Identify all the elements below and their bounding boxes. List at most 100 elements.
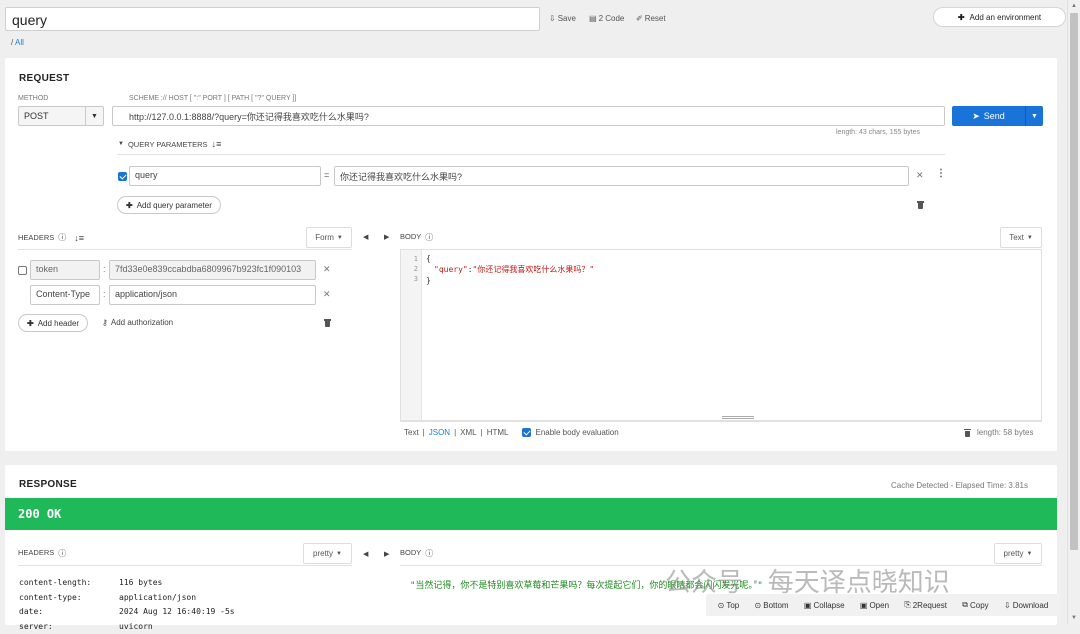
line-number: 3 bbox=[414, 274, 418, 284]
save-button[interactable]: ⇩Save bbox=[549, 14, 576, 23]
query-param-key-input[interactable]: query bbox=[129, 166, 321, 186]
caret-down-icon: ▼ bbox=[336, 551, 342, 557]
download-icon: ⇩ bbox=[1004, 601, 1011, 610]
response-body-header: BODY ⓘ bbox=[400, 548, 433, 559]
plus-icon: ✚ bbox=[27, 319, 34, 328]
header-key: server: bbox=[19, 620, 119, 634]
trash-icon[interactable] bbox=[964, 429, 971, 437]
bottom-label: Bottom bbox=[763, 601, 788, 610]
more-options-icon[interactable]: ⋮ bbox=[936, 168, 946, 179]
collapse-button[interactable]: ▣Collapse bbox=[804, 601, 845, 610]
header-value-input[interactable]: 7fd33e0e839ccabdba6809967b923fc1f090103 bbox=[109, 260, 316, 280]
enable-eval-checkbox[interactable] bbox=[522, 428, 531, 437]
header-key: date: bbox=[19, 605, 119, 620]
response-body-pretty-select[interactable]: pretty▼ bbox=[994, 543, 1042, 564]
reset-label: Reset bbox=[645, 14, 666, 23]
header-value-input[interactable]: application/json bbox=[109, 285, 316, 305]
header-key-input[interactable]: Content-Type bbox=[30, 285, 100, 305]
response-headers-header: HEADERS ⓘ bbox=[18, 548, 66, 559]
response-headers-pretty-select[interactable]: pretty▼ bbox=[303, 543, 352, 564]
plus-icon: ✚ bbox=[126, 201, 133, 210]
breadcrumb-all-link[interactable]: All bbox=[15, 38, 24, 47]
url-input[interactable]: http://127.0.0.1:8888/?query=你还记得我喜欢吃什么水… bbox=[112, 106, 945, 126]
open-label: Open bbox=[869, 601, 889, 610]
send-options-caret-icon[interactable]: ▼ bbox=[1026, 106, 1043, 126]
body-type-select[interactable]: Text▼ bbox=[1000, 227, 1042, 248]
body-label: BODY bbox=[400, 232, 421, 243]
query-parameters-toggle[interactable]: ▼ QUERY PARAMETERS ↓≡ bbox=[118, 139, 221, 149]
caret-down-icon: ▼ bbox=[337, 235, 343, 241]
response-header-row: server:uvicorn bbox=[19, 620, 235, 634]
copy-button[interactable]: ⧉Copy bbox=[962, 600, 988, 610]
bottom-button[interactable]: ⊙Bottom bbox=[755, 601, 789, 610]
status-bar: 200 OK bbox=[5, 498, 1057, 530]
scrollbar-thumb[interactable] bbox=[1070, 13, 1078, 550]
json-key: "query" bbox=[434, 265, 468, 274]
help-icon[interactable]: ⓘ bbox=[58, 548, 66, 559]
separator: | bbox=[454, 428, 456, 437]
code-line: } bbox=[426, 275, 594, 286]
help-icon[interactable]: ⓘ bbox=[425, 232, 433, 243]
request-button[interactable]: ⎘2Request bbox=[904, 600, 947, 610]
resize-handle[interactable] bbox=[722, 416, 754, 419]
add-environment-button[interactable]: ✚ Add an environment bbox=[933, 7, 1066, 27]
add-header-button[interactable]: ✚ Add header bbox=[18, 314, 88, 332]
separator: | bbox=[423, 428, 425, 437]
url-label: SCHEME :// HOST [ ":" PORT ] [ PATH [ "?… bbox=[129, 95, 296, 102]
headers-form-select[interactable]: Form▼ bbox=[306, 227, 352, 248]
header-row-checkbox[interactable] bbox=[18, 266, 27, 275]
header-key-input[interactable]: token bbox=[30, 260, 100, 280]
format-json-tab[interactable]: JSON bbox=[429, 428, 450, 437]
code-line: { bbox=[426, 253, 594, 264]
download-button[interactable]: ⇩Download bbox=[1004, 601, 1048, 610]
scroll-up-icon[interactable]: ▲ bbox=[1068, 0, 1080, 12]
delete-all-params-icon[interactable] bbox=[917, 201, 924, 211]
collapse-left-icon[interactable]: ◀ bbox=[363, 233, 368, 241]
eraser-icon: ✐ bbox=[636, 14, 643, 23]
remove-header-icon[interactable]: ✕ bbox=[323, 289, 331, 300]
divider bbox=[400, 421, 1042, 422]
sort-icon[interactable]: ↓≡ bbox=[74, 233, 84, 243]
download-label: Download bbox=[1013, 601, 1049, 610]
expand-right-icon[interactable]: ▶ bbox=[384, 550, 389, 558]
line-number: 1 bbox=[414, 254, 418, 264]
cache-info: Cache Detected - Elapsed Time: 3.81s bbox=[891, 481, 1028, 490]
top-button[interactable]: ⊙Top bbox=[718, 601, 740, 610]
expand-right-icon[interactable]: ▶ bbox=[384, 233, 389, 241]
caret-down-icon: ▼ bbox=[86, 107, 103, 125]
collapse-left-icon[interactable]: ◀ bbox=[363, 550, 368, 558]
scrollbar[interactable]: ▲ ▼ bbox=[1067, 0, 1080, 624]
format-html-tab[interactable]: HTML bbox=[487, 428, 509, 437]
pretty-label: pretty bbox=[1004, 549, 1024, 558]
remove-query-param-icon[interactable]: ✕ bbox=[916, 170, 924, 181]
open-button[interactable]: ▣Open bbox=[860, 601, 889, 610]
sort-icon[interactable]: ↓≡ bbox=[212, 139, 222, 149]
method-select[interactable]: POST ▼ bbox=[18, 106, 104, 126]
add-authorization-label: Add authorization bbox=[111, 318, 173, 327]
method-label: METHOD bbox=[18, 95, 48, 102]
format-xml-tab[interactable]: XML bbox=[460, 428, 476, 437]
body-editor[interactable]: 1 2 3 { "query":"你还记得我喜欢吃什么水果吗？" } bbox=[400, 249, 1042, 421]
collapse-icon: ▣ bbox=[804, 601, 812, 610]
key-icon: ⚷ bbox=[102, 318, 108, 327]
equals-sign: = bbox=[324, 170, 329, 180]
request-name-input[interactable]: query bbox=[5, 7, 540, 31]
add-query-param-button[interactable]: ✚ Add query parameter bbox=[117, 196, 221, 214]
query-param-checkbox[interactable] bbox=[118, 172, 127, 181]
reset-button[interactable]: ✐Reset bbox=[636, 14, 666, 23]
add-authorization-link[interactable]: ⚷ Add authorization bbox=[102, 318, 173, 327]
help-icon[interactable]: ⓘ bbox=[425, 548, 433, 559]
top-label: Top bbox=[726, 601, 739, 610]
help-icon[interactable]: ⓘ bbox=[58, 232, 66, 243]
delete-all-headers-icon[interactable] bbox=[324, 319, 331, 329]
enable-eval-label: Enable body evaluation bbox=[535, 428, 618, 437]
code-button[interactable]: ▤2 Code bbox=[589, 14, 624, 23]
scroll-down-icon[interactable]: ▼ bbox=[1068, 612, 1080, 624]
remove-header-icon[interactable]: ✕ bbox=[323, 264, 331, 275]
headers-label: HEADERS bbox=[18, 548, 54, 559]
format-text-tab[interactable]: Text bbox=[404, 428, 419, 437]
header-value: application/json bbox=[119, 591, 196, 606]
body-length-label: length: 58 bytes bbox=[977, 428, 1033, 437]
query-param-value-input[interactable]: 你还记得我喜欢吃什么水果吗? bbox=[334, 166, 909, 186]
send-button[interactable]: ➤ Send ▼ bbox=[952, 106, 1043, 126]
